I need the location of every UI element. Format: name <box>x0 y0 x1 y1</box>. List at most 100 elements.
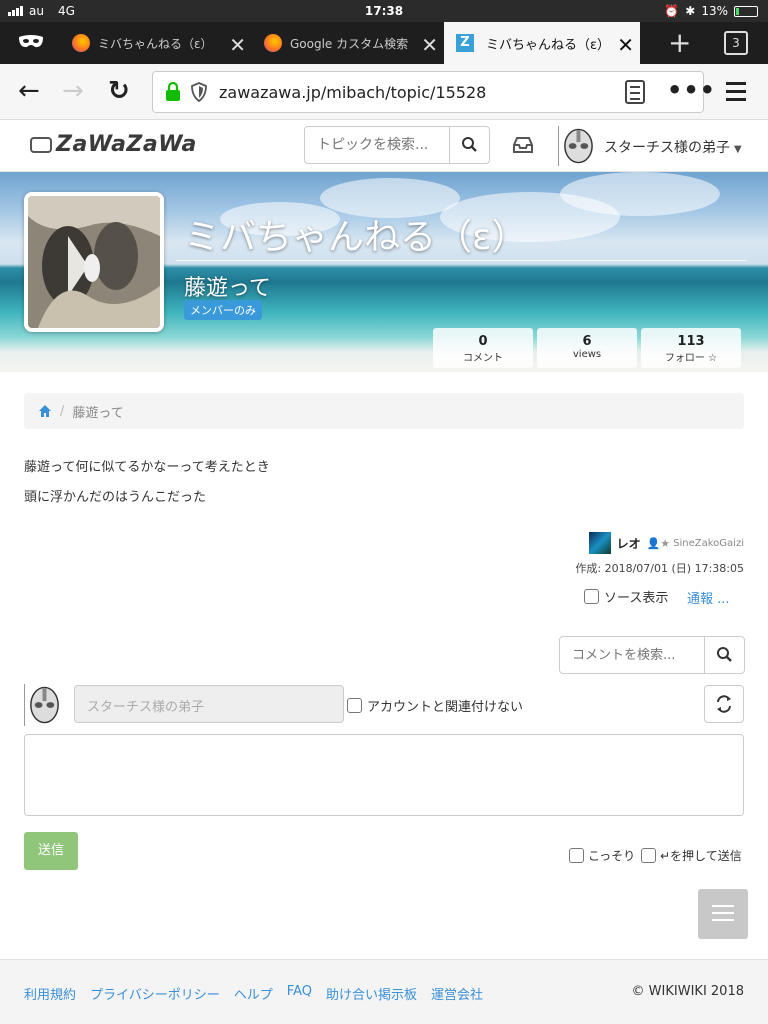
views-stat: 6 views <box>537 328 637 368</box>
refresh-icon <box>717 695 731 713</box>
search-button[interactable] <box>449 127 489 163</box>
lock-icon <box>166 82 180 101</box>
source-label: ソース表示 <box>604 591 669 606</box>
user-avatar[interactable] <box>558 126 596 166</box>
reader-mode-icon[interactable] <box>625 80 645 104</box>
comment-count-stat: 0 コメント <box>433 328 533 368</box>
author-name[interactable]: レオ <box>617 535 641 552</box>
footer-link-company[interactable]: 運営会社 <box>431 984 483 1003</box>
enter-send-toggle[interactable]: ↵を押して送信 <box>641 847 742 864</box>
enter-send-label: ↵を押して送信 <box>660 849 742 863</box>
commenter-avatar <box>24 684 59 726</box>
username: スターチス様の弟子 <box>604 140 730 156</box>
breadcrumb-current: 藤遊って <box>72 405 124 421</box>
url-bar[interactable]: zawazawa.jp/mibach/topic/15528 ••• <box>152 71 715 113</box>
community-avatar[interactable] <box>24 192 164 332</box>
source-checkbox[interactable] <box>584 589 599 604</box>
no-link-checkbox[interactable] <box>347 698 362 713</box>
source-toggle[interactable]: ソース表示 <box>584 587 668 606</box>
created-date: 作成: 2018/07/01 (日) 17:38:05 <box>575 562 744 575</box>
author-avatar[interactable] <box>588 532 611 554</box>
refresh-button[interactable] <box>704 685 744 723</box>
topic-search <box>304 126 490 164</box>
stealth-label: こっそり <box>588 849 636 863</box>
status-bar: au 4G 17:38 ⏰ ✱ 13% <box>0 0 768 22</box>
home-icon[interactable] <box>38 404 52 418</box>
tab-title: ミバちゃんねる（ε） <box>98 36 213 51</box>
bluetooth-icon: ✱ <box>685 4 696 18</box>
topic-search-input[interactable] <box>305 127 450 163</box>
stat-value: 113 <box>677 334 705 349</box>
community-banner: ミバちゃんねる（ε） 藤遊って メンバーのみ 0 コメント 6 views 11… <box>0 172 768 372</box>
reload-icon[interactable]: ↻ <box>108 76 130 106</box>
comment-search-input[interactable] <box>560 637 705 673</box>
members-only-badge: メンバーのみ <box>184 300 262 320</box>
footer-link-forum[interactable]: 助け合い掲示板 <box>326 984 417 1003</box>
stealth-toggle[interactable]: こっそり <box>569 847 635 864</box>
user-menu[interactable]: スターチス様の弟子 ▼ <box>604 137 742 157</box>
clock: 17:38 <box>364 4 404 18</box>
comment-search <box>559 636 745 674</box>
no-link-toggle[interactable]: アカウントと関連付けない <box>347 696 523 715</box>
tab-mibach-1[interactable]: ミバちゃんねる（ε） ✕ <box>72 22 252 64</box>
site-header: ZaWaZaWa スターチス様の弟子 ▼ <box>0 120 768 172</box>
browser-toolbar: ← → ↻ zawazawa.jp/mibach/topic/15528 ••• <box>0 64 768 120</box>
footer-links: 利用規約 プライバシーポリシー ヘルプ FAQ 助け合い掲示板 運営会社 <box>24 984 483 1003</box>
menu-icon[interactable] <box>726 82 746 106</box>
commenter-name-field[interactable]: スターチス様の弟子 <box>74 685 344 723</box>
author-id: SineZakoGaizi <box>673 537 744 549</box>
footer: 利用規約 プライバシーポリシー ヘルプ FAQ 助け合い掲示板 運営会社 © W… <box>0 959 768 1024</box>
firefox-icon <box>72 34 90 52</box>
search-icon <box>717 647 732 662</box>
tab-strip: ミバちゃんねる（ε） ✕ Google カスタム検索 ✕ Z ミバちゃんねる（ε… <box>0 22 768 64</box>
community-avatar-image <box>28 196 160 328</box>
stat-label: コメント <box>463 353 503 364</box>
zawazawa-icon: Z <box>456 34 474 52</box>
logo-text: ZaWaZaWa <box>56 132 197 157</box>
topic-title: 藤遊って <box>184 276 271 301</box>
breadcrumb-separator: / <box>60 403 65 419</box>
post-line: 頭に浮かんだのはうんこだった <box>24 490 207 505</box>
footer-link-faq[interactable]: FAQ <box>287 984 312 1003</box>
community-title[interactable]: ミバちゃんねる（ε） <box>184 208 527 260</box>
back-arrow-icon[interactable]: ← <box>18 76 40 106</box>
floating-menu-button[interactable] <box>698 889 748 939</box>
post-line: 藤遊って何に似てるかなーって考えたとき <box>24 460 270 475</box>
close-tab-icon[interactable]: ✕ <box>421 33 438 57</box>
close-tab-icon[interactable]: ✕ <box>229 33 246 57</box>
new-tab-icon[interactable]: + <box>668 26 691 59</box>
tab-mibach-active[interactable]: Z ミバちゃんねる（ε） ✕ <box>444 22 640 64</box>
battery-icon <box>734 5 758 17</box>
inbox-icon[interactable] <box>512 136 534 154</box>
chat-bubble-icon <box>30 136 52 153</box>
copyright: © WIKIWIKI 2018 <box>631 984 744 999</box>
stat-label: views <box>572 349 602 360</box>
tab-google-search[interactable]: Google カスタム検索 ✕ <box>264 22 444 64</box>
alarm-icon: ⏰ <box>664 4 680 18</box>
report-link[interactable]: 通報 ... <box>687 588 730 607</box>
title-divider <box>176 260 746 261</box>
footer-link-terms[interactable]: 利用規約 <box>24 984 76 1003</box>
user-star-icon: 👤★ <box>646 536 671 550</box>
close-tab-icon[interactable]: ✕ <box>617 33 634 57</box>
forward-arrow-icon[interactable]: → <box>62 76 84 106</box>
url-text[interactable]: zawazawa.jp/mibach/topic/15528 <box>219 83 486 102</box>
tab-count-button[interactable]: 3 <box>724 31 748 55</box>
tab-title: ミバちゃんねる（ε） <box>486 37 611 53</box>
comment-search-button[interactable] <box>704 637 744 673</box>
private-mask-icon[interactable] <box>18 34 44 50</box>
enter-send-checkbox[interactable] <box>641 848 656 863</box>
page-actions-icon[interactable]: ••• <box>667 76 716 104</box>
stealth-checkbox[interactable] <box>569 848 584 863</box>
site-logo[interactable]: ZaWaZaWa <box>30 132 197 157</box>
footer-link-privacy[interactable]: プライバシーポリシー <box>90 984 220 1003</box>
tracking-shield-icon[interactable] <box>191 82 207 102</box>
battery-percent: 13% <box>701 4 728 18</box>
send-button[interactable]: 送信 <box>24 832 78 870</box>
comment-textarea[interactable] <box>24 734 744 816</box>
firefox-icon <box>264 34 282 52</box>
follow-stat[interactable]: 113 フォロー ☆ <box>641 328 741 368</box>
caret-down-icon: ▼ <box>734 144 742 155</box>
footer-link-help[interactable]: ヘルプ <box>234 984 273 1003</box>
no-link-label: アカウントと関連付けない <box>367 700 524 715</box>
